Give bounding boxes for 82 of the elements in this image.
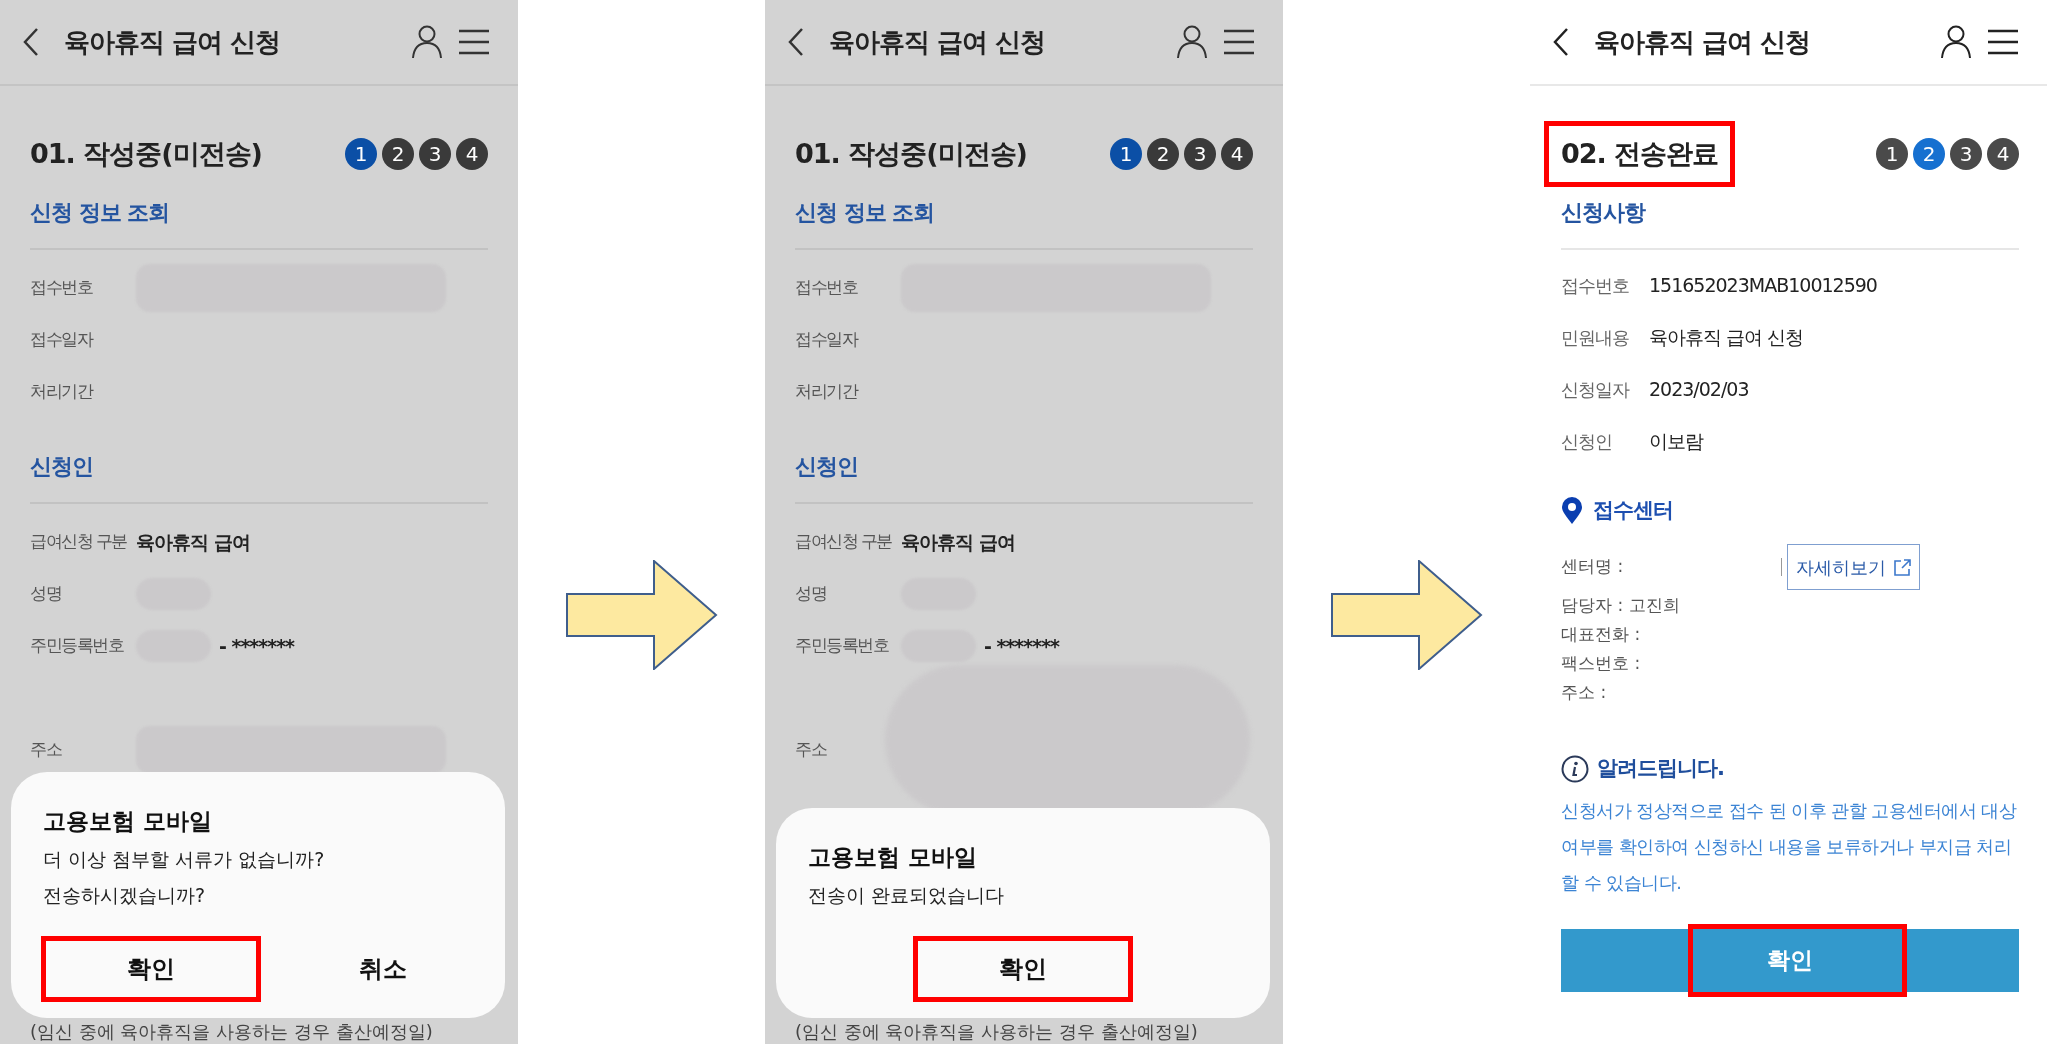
field-value: 이보람 (1649, 428, 1703, 454)
field-value: 육아휴직 급여 (901, 529, 1015, 555)
field-label: 성명 (795, 582, 827, 606)
step-indicator: 3 (419, 138, 451, 170)
section-heading: 접수센터 (1593, 497, 1673, 525)
page-title: 육아휴직 급여 신청 (64, 25, 281, 59)
user-icon[interactable] (412, 25, 442, 59)
back-icon[interactable] (22, 27, 40, 57)
info-icon (1561, 755, 1589, 783)
status-title: 02. 전송완료 (1544, 121, 1736, 187)
field-label: 접수일자 (30, 328, 94, 352)
dialog-title: 고용보험 모바일 (42, 806, 213, 836)
step-indicator: 4 (1221, 138, 1253, 170)
step-indicator: 2 (1147, 138, 1179, 170)
page-title: 육아휴직 급여 신청 (829, 25, 1046, 59)
field-label: 주소 (30, 738, 63, 762)
field-label: 성명 (30, 582, 62, 606)
field-value: - ******* (984, 633, 1060, 659)
field-label: 주소 (795, 738, 828, 762)
menu-icon[interactable] (1987, 28, 2019, 56)
menu-icon[interactable] (458, 28, 490, 56)
center-info-text: 팩스번호 : (1561, 651, 1641, 675)
step-indicator: 2 (382, 138, 414, 170)
field-value: 2023/02/03 (1649, 376, 1749, 402)
section-heading: 신청인 (795, 453, 859, 481)
section-heading: 신청사항 (1561, 199, 1647, 227)
field-label: 민원내용 (1561, 325, 1630, 350)
step-indicator: 3 (1184, 138, 1216, 170)
menu-icon[interactable] (1223, 28, 1255, 56)
step-indicator: 2 (1913, 138, 1945, 170)
status-title: 01. 작성중(미전송) (29, 136, 263, 171)
field-label: 접수일자 (795, 328, 859, 352)
step-indicator: 1 (345, 138, 377, 170)
dialog-message: 전송이 완료되었습니다 (807, 883, 1006, 908)
footnote-text: (임신 중에 육아휴직을 사용하는 경우 출산예정일) (795, 1020, 1198, 1044)
section-heading: 신청 정보 조회 (795, 199, 936, 227)
field-label: 급여신청 구분 (795, 530, 893, 554)
section-heading: 신청인 (30, 453, 94, 481)
external-link-icon (1894, 558, 1911, 576)
footnote-text: (임신 중에 육아휴직을 사용하는 경우 출산예정일) (30, 1020, 433, 1044)
field-label: 접수번호 (1561, 273, 1630, 298)
back-icon[interactable] (787, 27, 805, 57)
step-indicator: 4 (1987, 138, 2019, 170)
section-heading: 신청 정보 조회 (30, 199, 171, 227)
field-label: 신청일자 (1561, 377, 1631, 402)
arrow-icon (1330, 560, 1483, 670)
field-value: 151652023MAB10012590 (1649, 272, 1877, 298)
user-icon[interactable] (1941, 25, 1971, 59)
page-title: 육아휴직 급여 신청 (1594, 25, 1811, 59)
step-indicator: 3 (1950, 138, 1982, 170)
location-pin-icon (1561, 497, 1583, 525)
dialog-button[interactable]: 확인 (913, 936, 1133, 1002)
dialog-message: 더 이상 첨부할 서류가 없습니까? (42, 847, 326, 872)
notice-heading: 알려드립니다. (1597, 755, 1724, 783)
dialog-title: 고용보험 모바일 (807, 842, 978, 872)
dialog-button[interactable]: 취소 (273, 936, 493, 1002)
step-indicator: 4 (456, 138, 488, 170)
center-info-text: 센터명 : (1561, 555, 1625, 579)
field-value: 육아휴직 급여 (136, 529, 250, 555)
detail-link[interactable]: 자세히보기 (1787, 544, 1920, 590)
user-icon[interactable] (1177, 25, 1207, 59)
field-value: 육아휴직 급여 신청 (1649, 324, 1804, 350)
dialog-message: 전송하시겠습니까? (42, 883, 207, 908)
dialog-button[interactable]: 확인 (41, 936, 261, 1002)
step-indicator: 1 (1110, 138, 1142, 170)
field-label: 접수번호 (795, 276, 859, 300)
field-label: 처리기간 (795, 380, 859, 404)
field-label: 접수번호 (30, 276, 94, 300)
notice-text: 신청서가 정상적으로 접수 된 이후 관할 고용센터에서 대상여부를 확인하여 신청하신 내용을 보류하거나 부지급 처리 할 수 있습니다. (1561, 800, 2018, 895)
field-label: 급여신청 구분 (30, 530, 128, 554)
step-indicator: 1 (1876, 138, 1908, 170)
center-info-text: 담당자 : 고진희 (1561, 593, 1680, 617)
field-label: 처리기간 (30, 380, 94, 404)
arrow-icon (565, 560, 718, 670)
center-info-text: 주소 : (1561, 680, 1607, 704)
field-value: - ******* (219, 633, 295, 659)
field-label: 신청인 (1561, 429, 1613, 454)
field-label: 주민등록번호 (795, 634, 890, 658)
field-label: 주민등록번호 (30, 634, 125, 658)
status-title: 01. 작성중(미전송) (794, 136, 1028, 171)
back-icon[interactable] (1552, 27, 1570, 57)
center-info-text: 대표전화 : (1561, 622, 1641, 646)
